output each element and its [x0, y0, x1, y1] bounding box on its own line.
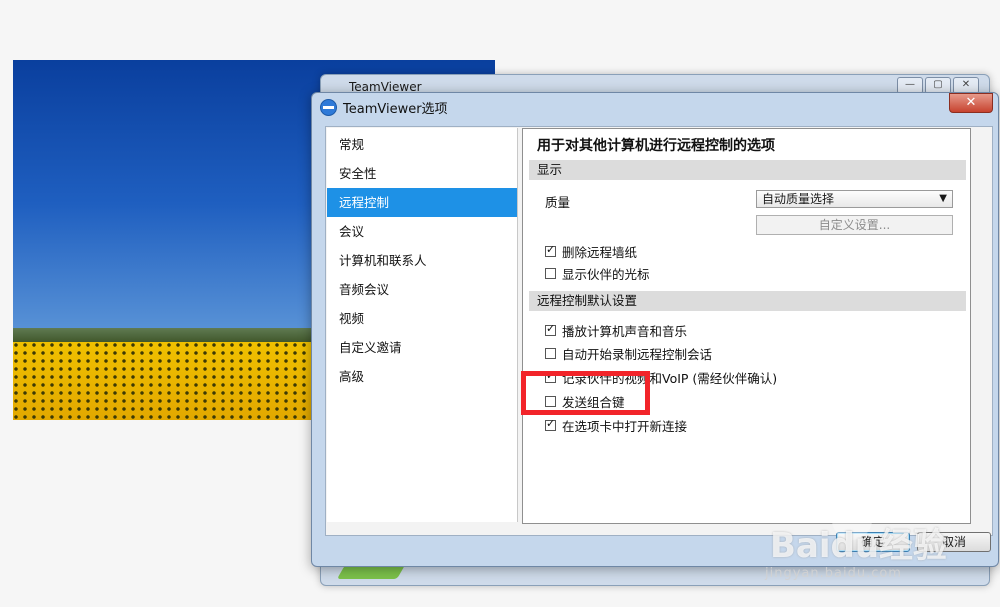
- remove-wallpaper-checkbox[interactable]: [545, 243, 556, 257]
- nav-item-security[interactable]: 安全性: [327, 159, 517, 188]
- default-section-header: 远程控制默认设置: [529, 291, 966, 311]
- auto-record-checkbox[interactable]: [545, 348, 556, 359]
- nav-item-video[interactable]: 视频: [327, 304, 517, 333]
- quality-select-value: 自动质量选择: [762, 192, 835, 206]
- nav-item-computers-contacts[interactable]: 计算机和联系人: [327, 246, 517, 275]
- highlight-box: [521, 371, 650, 415]
- custom-settings-button[interactable]: 自定义设置...: [756, 215, 953, 235]
- auto-record-option[interactable]: 自动开始录制远程控制会话: [545, 344, 712, 363]
- open-in-tab-checkbox[interactable]: [545, 417, 556, 431]
- panel-heading: 用于对其他计算机进行远程控制的选项: [537, 138, 775, 154]
- auto-record-label: 自动开始录制远程控制会话: [562, 347, 713, 362]
- options-dialog: TeamViewer选项 ✕ 常规 安全性 远程控制 会议 计算机和联系人 音频…: [311, 92, 999, 567]
- remote-control-panel: 用于对其他计算机进行远程控制的选项 显示 质量 自动质量选择 ▼ 自定义设置..…: [522, 128, 971, 524]
- play-sound-label: 播放计算机声音和音乐: [562, 324, 688, 339]
- quality-label: 质量: [545, 195, 571, 210]
- dialog-titlebar: TeamViewer选项: [320, 97, 448, 117]
- watermark-brand: Baidu经验: [770, 526, 948, 566]
- show-partner-cursor-checkbox[interactable]: [545, 268, 556, 279]
- dialog-title: TeamViewer选项: [343, 101, 448, 117]
- quality-select[interactable]: 自动质量选择 ▼: [756, 190, 953, 208]
- remove-wallpaper-option[interactable]: 删除远程墙纸: [545, 242, 637, 261]
- dialog-body: 常规 安全性 远程控制 会议 计算机和联系人 音频会议 视频 自定义邀请 高级 …: [325, 126, 993, 536]
- nav-item-meeting[interactable]: 会议: [327, 217, 517, 246]
- nav-item-audio-conference[interactable]: 音频会议: [327, 275, 517, 304]
- watermark-url: jingyan.baidu.com: [765, 566, 902, 581]
- play-sound-option[interactable]: 播放计算机声音和音乐: [545, 321, 687, 340]
- open-in-tab-label: 在选项卡中打开新连接: [562, 419, 688, 434]
- remove-wallpaper-label: 删除远程墙纸: [562, 245, 638, 260]
- show-partner-cursor-label: 显示伙伴的光标: [562, 267, 650, 282]
- nav-item-general[interactable]: 常规: [327, 130, 517, 159]
- options-nav: 常规 安全性 远程控制 会议 计算机和联系人 音频会议 视频 自定义邀请 高级: [327, 128, 518, 522]
- dropdown-arrow-icon: ▼: [939, 193, 947, 204]
- green-decoration: [336, 565, 406, 579]
- dialog-close-button[interactable]: ✕: [949, 93, 993, 113]
- nav-item-remote-control[interactable]: 远程控制: [327, 188, 517, 217]
- play-sound-checkbox[interactable]: [545, 322, 556, 336]
- nav-item-advanced[interactable]: 高级: [327, 362, 517, 391]
- show-partner-cursor-option[interactable]: 显示伙伴的光标: [545, 264, 650, 283]
- display-section-header: 显示: [529, 160, 966, 180]
- open-in-tab-option[interactable]: 在选项卡中打开新连接: [545, 416, 687, 435]
- teamviewer-icon: [320, 98, 337, 116]
- nav-item-custom-invitation[interactable]: 自定义邀请: [327, 333, 517, 362]
